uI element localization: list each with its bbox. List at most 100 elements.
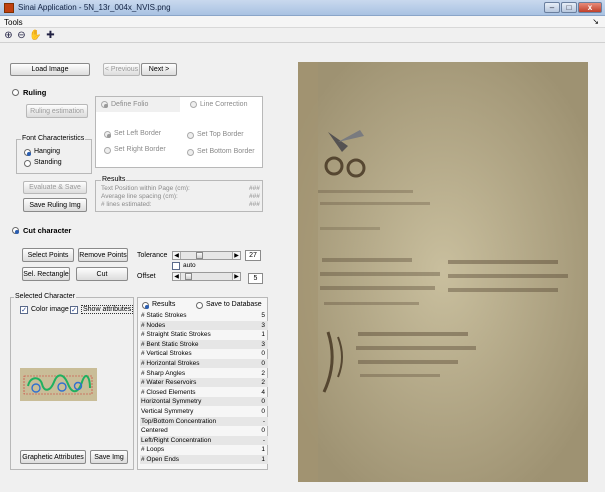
menu-tools[interactable]: Tools xyxy=(4,18,23,27)
lines-estimated-label: # lines estimated: xyxy=(101,201,152,208)
load-image-button[interactable]: Load Image xyxy=(10,63,90,76)
hanging-label: Hanging xyxy=(34,148,61,155)
graphetic-attributes-button[interactable]: Graphetic Attributes xyxy=(20,450,86,464)
table-row: # Nodes 3 xyxy=(140,320,268,330)
set-top-border-radio[interactable] xyxy=(187,132,194,139)
result-label: # Nodes xyxy=(141,321,166,329)
color-image-checkbox[interactable]: ✓ xyxy=(20,306,28,314)
save-ruling-img-button[interactable]: Save Ruling Img xyxy=(23,198,87,212)
previous-button[interactable]: < Previous xyxy=(103,63,140,76)
standing-radio[interactable] xyxy=(24,160,31,167)
result-label: # Closed Elements xyxy=(141,388,196,396)
ruling-estimation-button[interactable]: Ruling estimation xyxy=(26,104,88,118)
tolerance-slider-thumb[interactable] xyxy=(196,252,203,259)
result-value: 3 xyxy=(261,321,265,329)
tolerance-value-field[interactable]: 27 xyxy=(245,250,261,261)
table-row: # Open Ends 1 xyxy=(140,455,268,464)
set-right-border-radio[interactable] xyxy=(104,147,111,154)
define-folio-radio[interactable] xyxy=(101,101,108,108)
auto-checkbox[interactable] xyxy=(172,262,180,270)
tolerance-slider-right-arrow-icon[interactable]: ▶ xyxy=(232,252,240,259)
window-title: Sinai Application - 5N_13r_004x_NVIS.png xyxy=(18,3,171,12)
result-value: 1 xyxy=(261,456,265,463)
define-folio-label: Define Folio xyxy=(111,101,149,108)
manuscript-page-image xyxy=(298,62,588,482)
next-button[interactable]: Next > xyxy=(141,63,177,76)
set-bottom-border-radio[interactable] xyxy=(187,149,194,156)
table-row: # Vertical Strokes 0 xyxy=(140,349,268,358)
set-left-border-radio[interactable] xyxy=(104,131,111,138)
select-points-button[interactable]: Select Points xyxy=(22,248,74,262)
hanging-radio[interactable] xyxy=(24,149,31,156)
cut-character-radio[interactable] xyxy=(12,227,19,234)
text-position-label: Text Position within Page (cm): xyxy=(101,185,190,192)
result-value: 0 xyxy=(261,350,265,358)
table-row: Horizontal Symmetry 0 xyxy=(140,397,268,407)
table-row: # Closed Elements 4 xyxy=(140,388,268,397)
table-row: Top/Bottom Concentration - xyxy=(140,416,268,426)
results-radio[interactable] xyxy=(142,302,149,309)
ruling-title: Ruling xyxy=(23,88,47,97)
tolerance-slider[interactable]: ◀ ▶ xyxy=(172,251,241,260)
ruling-results-title: Results xyxy=(101,176,127,183)
cut-character-title: Cut character xyxy=(23,226,72,235)
set-bottom-border-label: Set Bottom Border xyxy=(197,148,255,155)
offset-label: Offset xyxy=(137,273,156,280)
color-image-label: Color image xyxy=(31,306,69,313)
offset-slider[interactable]: ◀ ▶ xyxy=(172,272,241,281)
remove-points-button[interactable]: Remove Points xyxy=(78,248,128,262)
offset-slider-left-arrow-icon[interactable]: ◀ xyxy=(173,273,181,280)
result-label: Horizontal Symmetry xyxy=(141,398,202,406)
evaluate-save-button[interactable]: Evaluate & Save xyxy=(23,181,87,194)
show-attributes-checkbox[interactable]: ✓ xyxy=(70,306,78,314)
result-value: 0 xyxy=(261,398,265,406)
result-value: - xyxy=(262,436,265,444)
result-label: # Loops xyxy=(141,446,165,454)
show-attributes-label: Show attributes xyxy=(81,305,134,314)
toolbar: ⊕ ⊖ ✋ ✚ xyxy=(0,28,605,43)
ruling-radio[interactable] xyxy=(12,89,19,96)
font-characteristics-title: Font Characteristics xyxy=(21,135,86,142)
character-preview xyxy=(20,368,97,401)
offset-value-field[interactable]: 5 xyxy=(248,273,263,284)
result-value: 1 xyxy=(261,331,265,339)
result-label: # Sharp Angles xyxy=(141,369,186,377)
offset-slider-thumb[interactable] xyxy=(185,273,192,280)
tolerance-slider-left-arrow-icon[interactable]: ◀ xyxy=(173,252,181,259)
result-value: 5 xyxy=(261,312,265,319)
zoom-out-icon[interactable]: ⊖ xyxy=(15,29,28,42)
close-icon[interactable]: x xyxy=(578,2,602,13)
minimize-icon[interactable]: – xyxy=(544,2,560,13)
table-row: # Horizontal Strokes 0 xyxy=(140,359,268,368)
table-row: # Static Strokes 5 xyxy=(140,311,268,320)
save-img-button[interactable]: Save Img xyxy=(90,450,128,464)
title-bar: Sinai Application - 5N_13r_004x_NVIS.png… xyxy=(0,0,605,16)
line-spacing-label: Average line spacing (cm): xyxy=(101,193,178,200)
tolerance-label: Tolerance xyxy=(137,252,168,259)
table-row: Centered 0 xyxy=(140,426,268,435)
cut-button[interactable]: Cut xyxy=(76,267,128,281)
sel-rectangle-button[interactable]: Sel. Rectangle xyxy=(22,267,70,281)
result-label: Centered xyxy=(141,427,168,435)
line-spacing-value: ### xyxy=(249,193,260,200)
line-correction-radio[interactable] xyxy=(190,101,197,108)
pan-hand-icon[interactable]: ✋ xyxy=(29,29,42,42)
save-to-database-radio[interactable] xyxy=(196,302,203,309)
maximize-icon[interactable]: □ xyxy=(561,2,577,13)
manuscript-image[interactable] xyxy=(298,62,588,482)
menu-bar: Tools ↘ xyxy=(0,16,605,28)
table-row: # Loops 1 xyxy=(140,445,268,454)
zoom-in-icon[interactable]: ⊕ xyxy=(2,29,15,42)
table-row: # Straight Static Strokes 1 xyxy=(140,330,268,339)
set-right-border-label: Set Right Border xyxy=(114,146,166,153)
result-label: # Bent Static Stroke xyxy=(141,340,199,348)
result-label: # Horizontal Strokes xyxy=(141,360,200,367)
menu-arrow-icon[interactable]: ↘ xyxy=(592,17,599,26)
result-value: 0 xyxy=(261,360,265,367)
standing-label: Standing xyxy=(34,159,62,166)
offset-slider-right-arrow-icon[interactable]: ▶ xyxy=(232,273,240,280)
text-position-value: ### xyxy=(249,185,260,192)
result-value: 1 xyxy=(261,446,265,454)
set-left-border-label: Set Left Border xyxy=(114,130,162,137)
data-cursor-icon[interactable]: ✚ xyxy=(44,29,57,42)
